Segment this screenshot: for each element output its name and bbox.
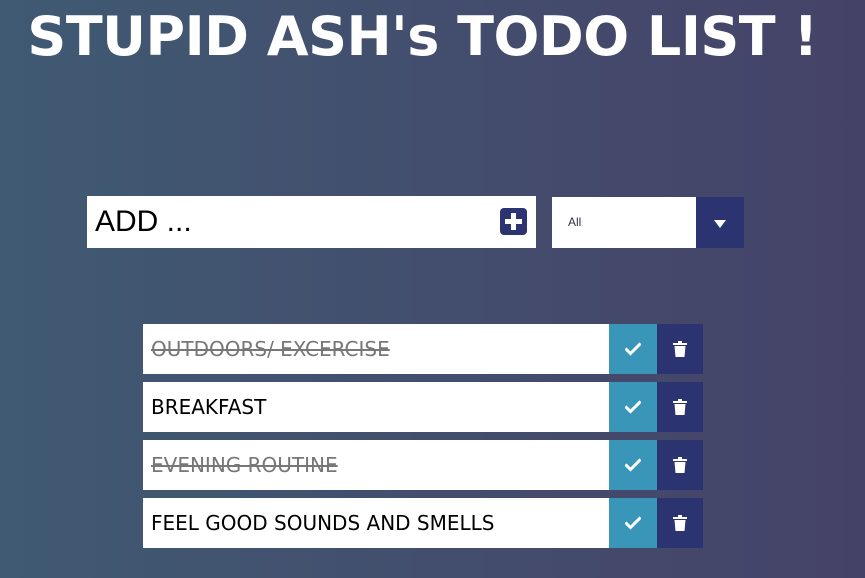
add-todo-button[interactable] — [500, 208, 527, 235]
complete-button[interactable] — [609, 498, 657, 548]
complete-button[interactable] — [609, 382, 657, 432]
todo-text: OUTDOORS/ EXCERCISE — [151, 337, 390, 361]
delete-button[interactable] — [657, 382, 703, 432]
todo-item: BREAKFAST — [143, 382, 703, 432]
todo-item: OUTDOORS/ EXCERCISE — [143, 324, 703, 374]
todo-item: FEEL GOOD SOUNDS AND SMELLS — [143, 498, 703, 548]
filter-select[interactable]: All — [552, 197, 744, 248]
check-icon — [625, 458, 641, 472]
delete-button[interactable] — [657, 498, 703, 548]
plus-square-icon — [505, 213, 522, 230]
check-icon — [625, 516, 641, 530]
todo-input[interactable] — [87, 196, 487, 248]
trash-icon — [673, 457, 687, 473]
delete-button[interactable] — [657, 324, 703, 374]
complete-button[interactable] — [609, 440, 657, 490]
filter-selected-value: All — [568, 215, 582, 229]
check-icon — [625, 342, 641, 356]
trash-icon — [673, 515, 687, 531]
trash-icon — [673, 399, 687, 415]
todo-text: EVENING ROUTINE — [151, 453, 338, 477]
todo-text: FEEL GOOD SOUNDS AND SMELLS — [151, 511, 495, 535]
check-icon — [625, 400, 641, 414]
caret-down-icon — [714, 220, 726, 228]
todo-text: BREAKFAST — [151, 395, 267, 419]
trash-icon — [673, 341, 687, 357]
complete-button[interactable] — [609, 324, 657, 374]
todo-item: EVENING ROUTINE — [143, 440, 703, 490]
add-todo-form — [87, 196, 536, 248]
page-title: STUPID ASH's TODO LIST ! — [27, 5, 818, 68]
filter-dropdown-toggle[interactable] — [696, 197, 744, 248]
delete-button[interactable] — [657, 440, 703, 490]
todo-list: OUTDOORS/ EXCERCISE BREAKFAST EVENING ROUT… — [143, 324, 703, 556]
